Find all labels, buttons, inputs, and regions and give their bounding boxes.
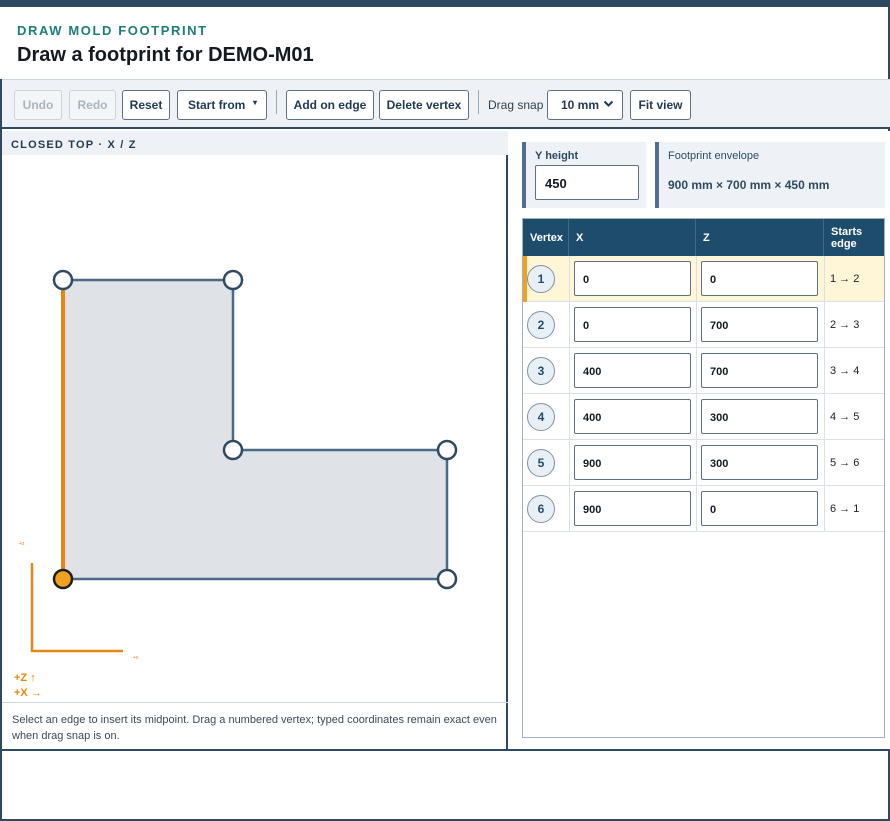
vertex-badge[interactable]: 2 bbox=[527, 311, 555, 339]
starts-edge-cell: 3 → 4 bbox=[824, 348, 884, 394]
vertex-handle-5[interactable] bbox=[436, 439, 458, 461]
footer-divider bbox=[2, 749, 890, 751]
column-divider bbox=[696, 348, 697, 394]
column-header-vertex: Vertex bbox=[523, 219, 569, 256]
z-input[interactable]: 0 bbox=[701, 261, 818, 296]
drag-snap-label: Drag snap bbox=[488, 98, 544, 112]
column-divider bbox=[696, 394, 697, 440]
fit-view-button[interactable]: Fit view bbox=[630, 90, 691, 120]
column-divider bbox=[569, 256, 570, 302]
axis-label-x: +X → bbox=[14, 687, 42, 699]
drag-snap-select[interactable]: 10 mm bbox=[547, 90, 623, 120]
x-input[interactable]: 0 bbox=[574, 261, 691, 296]
vertex-badge[interactable]: 3 bbox=[527, 357, 555, 385]
z-input[interactable]: 0 bbox=[701, 491, 818, 526]
column-divider bbox=[569, 348, 570, 394]
vertex-handle-4[interactable] bbox=[222, 439, 244, 461]
page-eyebrow: DRAW MOLD FOOTPRINT bbox=[17, 23, 208, 38]
table-header: Vertex X Z Starts edge bbox=[523, 219, 884, 256]
envelope-card: Footprint envelope 900 mm × 700 mm × 450… bbox=[655, 142, 885, 208]
vertex-badge[interactable]: 6 bbox=[527, 495, 555, 523]
drag-snap-value: 10 mm bbox=[561, 98, 600, 112]
starts-edge-cell: 6 → 1 bbox=[824, 486, 884, 532]
table-row[interactable]: 6 900 0 6 → 1 bbox=[523, 486, 884, 532]
vertex-handle-1[interactable] bbox=[52, 568, 74, 590]
reset-button[interactable]: Reset bbox=[122, 90, 170, 120]
toolbar-separator bbox=[478, 90, 479, 114]
column-header-starts-edge: Starts edge bbox=[831, 225, 863, 250]
column-divider bbox=[569, 302, 570, 348]
column-divider bbox=[569, 440, 570, 486]
canvas-label: CLOSED TOP · X / Z bbox=[2, 131, 508, 155]
table-row[interactable]: 1 0 0 1 → 2 bbox=[523, 256, 884, 302]
vertex-handle-2[interactable] bbox=[52, 269, 74, 291]
toolbar-separator bbox=[276, 90, 277, 114]
y-height-label: Y height bbox=[535, 150, 579, 162]
table-row[interactable]: 2 0 700 2 → 3 bbox=[523, 302, 884, 348]
column-divider bbox=[696, 440, 697, 486]
x-input[interactable]: 900 bbox=[574, 445, 691, 480]
z-input[interactable]: 300 bbox=[701, 399, 818, 434]
envelope-label: Footprint envelope bbox=[668, 150, 760, 162]
column-divider bbox=[696, 302, 697, 348]
axis-tick-z: +z bbox=[19, 541, 25, 547]
canvas-pane: CLOSED TOP · X / Z +z +x +Z ↑ +X → Selec… bbox=[2, 131, 508, 749]
undo-button[interactable]: Undo bbox=[14, 90, 62, 120]
starts-edge-cell: 5 → 6 bbox=[824, 440, 884, 486]
add-on-edge-button[interactable]: Add on edge bbox=[286, 90, 374, 120]
table-row[interactable]: 5 900 300 5 → 6 bbox=[523, 440, 884, 486]
axis-label-z: +Z ↑ bbox=[14, 672, 36, 684]
table-row[interactable]: 4 400 300 4 → 5 bbox=[523, 394, 884, 440]
canvas-hint: Select an edge to insert its midpoint. D… bbox=[2, 702, 508, 749]
x-input[interactable]: 400 bbox=[574, 353, 691, 388]
column-divider bbox=[696, 486, 697, 532]
z-input[interactable]: 700 bbox=[701, 307, 818, 342]
chevron-down-icon bbox=[603, 98, 614, 112]
vertex-badge[interactable]: 1 bbox=[527, 265, 555, 293]
column-divider bbox=[696, 256, 697, 302]
start-from-label: Start from bbox=[188, 98, 246, 112]
vertex-badge[interactable]: 4 bbox=[527, 403, 555, 431]
vertex-handle-6[interactable] bbox=[436, 568, 458, 590]
x-input[interactable]: 0 bbox=[574, 307, 691, 342]
chevron-down-icon: ▾ bbox=[252, 98, 257, 107]
footprint-shape[interactable] bbox=[61, 278, 449, 581]
start-from-button[interactable]: Start from ▾ bbox=[177, 90, 267, 120]
vertex-table: Vertex X Z Starts edge 1 0 0 1 → 2 2 0 7… bbox=[522, 218, 885, 738]
y-height-input[interactable]: 450 bbox=[535, 165, 639, 200]
vertex-badge[interactable]: 5 bbox=[527, 449, 555, 477]
table-row[interactable]: 3 400 700 3 → 4 bbox=[523, 348, 884, 394]
z-input[interactable]: 300 bbox=[701, 445, 818, 480]
starts-edge-cell: 2 → 3 bbox=[824, 302, 884, 348]
x-input[interactable]: 900 bbox=[574, 491, 691, 526]
starts-edge-cell: 4 → 5 bbox=[824, 394, 884, 440]
column-divider bbox=[569, 486, 570, 532]
toolbar: Undo Redo Reset Start from ▾ Add on edge… bbox=[2, 79, 890, 129]
page-header: DRAW MOLD FOOTPRINT Draw a footprint for… bbox=[0, 7, 888, 79]
z-input[interactable]: 700 bbox=[701, 353, 818, 388]
vertex-handle-3[interactable] bbox=[222, 269, 244, 291]
column-header-z: Z bbox=[696, 219, 824, 256]
inspector-pane: Y height 450 Footprint envelope 900 mm ×… bbox=[510, 131, 890, 749]
column-header-x: X bbox=[569, 219, 696, 256]
axis-tick-x: +x bbox=[133, 655, 139, 661]
delete-vertex-button[interactable]: Delete vertex bbox=[379, 90, 469, 120]
footprint-canvas[interactable]: +z +x +Z ↑ +X → bbox=[2, 155, 508, 701]
column-divider bbox=[569, 394, 570, 440]
y-height-card: Y height 450 bbox=[522, 142, 646, 208]
x-input[interactable]: 400 bbox=[574, 399, 691, 434]
envelope-value: 900 mm × 700 mm × 450 mm bbox=[668, 178, 830, 192]
redo-button[interactable]: Redo bbox=[69, 90, 116, 120]
starts-edge-cell: 1 → 2 bbox=[824, 256, 884, 302]
page-title: Draw a footprint for DEMO-M01 bbox=[17, 44, 314, 66]
